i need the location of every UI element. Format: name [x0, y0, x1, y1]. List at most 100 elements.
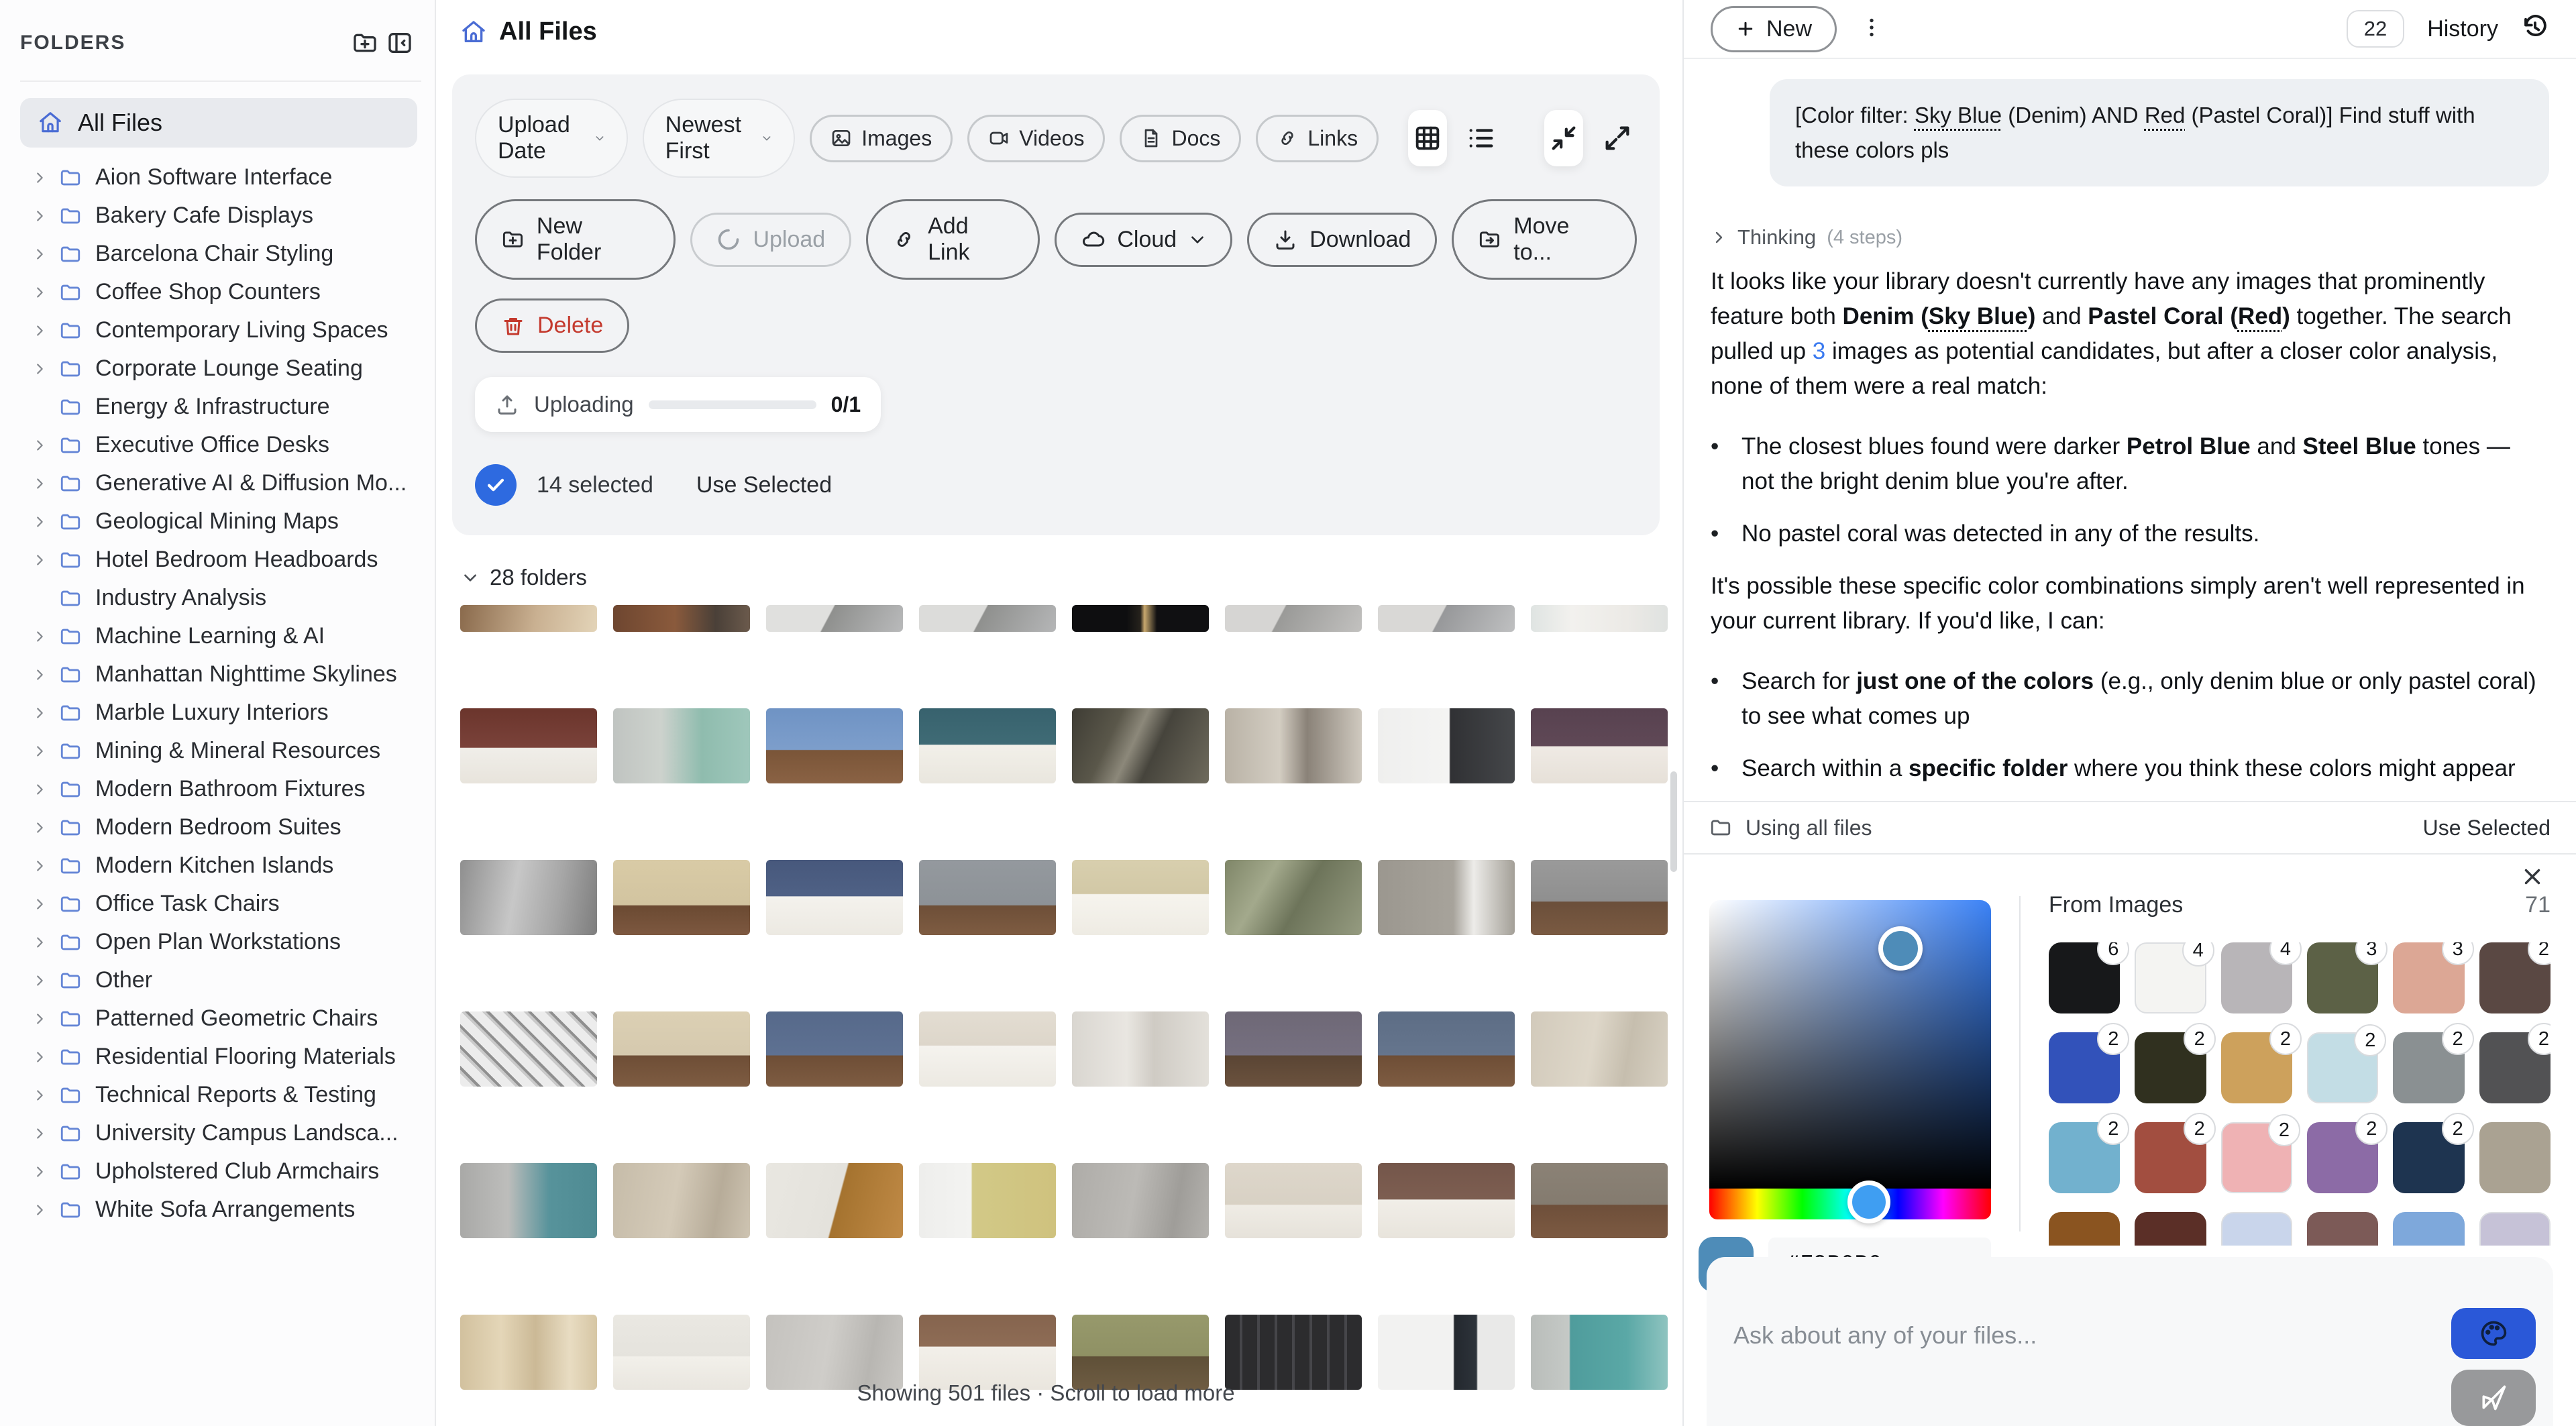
chevron-right-icon[interactable] [32, 438, 47, 453]
chevron-right-icon[interactable] [32, 629, 47, 644]
thinking-toggle[interactable]: Thinking (4 steps) [1711, 225, 2549, 250]
sidebar-folder-item[interactable]: Aion Software Interface [20, 158, 417, 197]
history-button[interactable]: History [2427, 16, 2498, 42]
folders-section-toggle[interactable]: 28 folders [462, 565, 1682, 590]
file-thumbnail[interactable] [1531, 708, 1668, 783]
file-thumbnail[interactable] [1531, 1315, 1668, 1390]
sidebar-folder-item[interactable]: Hotel Bedroom Headboards [20, 541, 417, 579]
sidebar-folder-item[interactable]: Mining & Mineral Resources [20, 732, 417, 770]
sidebar-folder-item[interactable]: Geological Mining Maps [20, 502, 417, 541]
chevron-right-icon[interactable] [32, 706, 47, 720]
chevron-right-icon[interactable] [32, 362, 47, 376]
sidebar-folder-item[interactable]: Modern Kitchen Islands [20, 846, 417, 885]
image-color-swatch[interactable]: 2 [2135, 1032, 2206, 1103]
sidebar-folder-item[interactable]: Barcelona Chair Styling [20, 235, 417, 273]
sidebar-folder-item[interactable]: Modern Bathroom Fixtures [20, 770, 417, 808]
image-color-swatch[interactable]: 2 [2221, 1032, 2292, 1103]
file-thumbnail[interactable] [613, 1011, 750, 1087]
file-thumbnail[interactable] [1378, 860, 1515, 935]
image-color-swatch[interactable]: 2 [2307, 1122, 2378, 1193]
sidebar-folder-item[interactable]: Residential Flooring Materials [20, 1038, 417, 1076]
sidebar-folder-item[interactable]: Technical Reports & Testing [20, 1076, 417, 1114]
image-color-swatch[interactable]: 6 [2049, 942, 2120, 1013]
chevron-right-icon[interactable] [32, 859, 47, 873]
chevron-right-icon[interactable] [32, 1050, 47, 1064]
cloud-button[interactable]: Cloud [1055, 213, 1232, 267]
image-color-swatch[interactable]: 2 [2307, 1032, 2378, 1103]
file-thumbnail[interactable] [1378, 1315, 1515, 1390]
filter-chip-docs[interactable]: Docs [1120, 115, 1241, 162]
sidebar-folder-item[interactable]: Bakery Cafe Displays [20, 197, 417, 235]
file-thumbnail[interactable] [1378, 605, 1515, 632]
image-color-swatch[interactable]: 2 [2479, 1032, 2551, 1103]
saturation-gradient-area[interactable] [1709, 900, 1991, 1189]
chevron-right-icon[interactable] [32, 744, 47, 759]
chevron-right-icon[interactable] [32, 553, 47, 567]
download-button[interactable]: Download [1247, 213, 1437, 267]
sidebar-folder-item[interactable]: Office Task Chairs [20, 885, 417, 923]
file-thumbnail[interactable] [919, 708, 1056, 783]
file-thumbnail[interactable] [1225, 1315, 1362, 1390]
hue-slider-handle[interactable] [1847, 1181, 1890, 1223]
image-color-swatch[interactable] [2307, 1212, 2378, 1246]
chevron-right-icon[interactable] [32, 323, 47, 338]
chevron-right-icon[interactable] [32, 1203, 47, 1217]
filter-chip-links[interactable]: Links [1256, 115, 1379, 162]
file-thumbnail[interactable] [766, 860, 903, 935]
history-clock-icon[interactable] [2521, 13, 2549, 45]
image-color-swatch[interactable] [2049, 1212, 2120, 1246]
image-color-swatch[interactable]: 4 [2221, 942, 2292, 1013]
image-color-swatch[interactable] [2479, 1212, 2551, 1246]
file-thumbnail[interactable] [1378, 1163, 1515, 1238]
delete-button[interactable]: Delete [475, 298, 629, 353]
sort-order-dropdown[interactable]: Newest First [643, 99, 796, 178]
image-color-swatch[interactable] [2393, 1212, 2464, 1246]
file-thumbnail[interactable] [1072, 1315, 1209, 1390]
file-thumbnail[interactable] [460, 1011, 597, 1087]
file-thumbnail[interactable] [1225, 708, 1362, 783]
add-link-button[interactable]: Add Link [866, 199, 1040, 280]
gradient-selector-handle[interactable] [1878, 926, 1923, 971]
chevron-right-icon[interactable] [32, 476, 47, 491]
file-thumbnail[interactable] [766, 708, 903, 783]
image-color-swatch[interactable] [2135, 1212, 2206, 1246]
file-thumbnail[interactable] [1225, 860, 1362, 935]
image-color-swatch[interactable]: 2 [2049, 1122, 2120, 1193]
file-thumbnail[interactable] [1072, 860, 1209, 935]
sidebar-folder-item[interactable]: Open Plan Workstations [20, 923, 417, 961]
chevron-right-icon[interactable] [32, 1164, 47, 1179]
chevron-right-icon[interactable] [32, 1088, 47, 1103]
file-thumbnail[interactable] [1072, 708, 1209, 783]
image-color-swatch[interactable]: 3 [2307, 942, 2378, 1013]
chevron-right-icon[interactable] [32, 897, 47, 912]
image-color-swatch[interactable]: 2 [2221, 1122, 2292, 1193]
file-thumbnail[interactable] [460, 605, 597, 632]
collapse-sidebar-button[interactable] [382, 25, 417, 60]
image-color-swatch[interactable]: 4 [2135, 942, 2206, 1013]
chevron-right-icon[interactable] [32, 285, 47, 300]
file-thumbnail[interactable] [919, 605, 1056, 632]
send-button[interactable] [2451, 1370, 2536, 1426]
sidebar-folder-item[interactable]: White Sofa Arrangements [20, 1191, 417, 1229]
more-options-button[interactable] [1860, 15, 1884, 43]
hue-slider[interactable] [1709, 1189, 1991, 1219]
file-thumbnail[interactable] [1378, 708, 1515, 783]
chat-composer[interactable]: Ask about any of your files... [1707, 1257, 2553, 1426]
expand-panel-button[interactable] [1598, 110, 1637, 166]
sidebar-folder-item[interactable]: Coffee Shop Counters [20, 273, 417, 311]
sort-field-dropdown[interactable]: Upload Date [475, 99, 628, 178]
file-thumbnail[interactable] [613, 708, 750, 783]
chevron-right-icon[interactable] [32, 514, 47, 529]
file-thumbnail[interactable] [766, 1011, 903, 1087]
new-folder-button[interactable]: New Folder [475, 199, 676, 280]
image-color-swatch[interactable]: 2 [2049, 1032, 2120, 1103]
file-thumbnail[interactable] [613, 1163, 750, 1238]
image-color-swatch[interactable]: 2 [2393, 1122, 2464, 1193]
scrollbar-thumb[interactable] [1670, 771, 1677, 872]
file-thumbnail[interactable] [1225, 605, 1362, 632]
image-color-swatch[interactable] [2221, 1212, 2292, 1246]
chevron-right-icon[interactable] [32, 1011, 47, 1026]
sidebar-folder-item[interactable]: Marble Luxury Interiors [20, 694, 417, 732]
list-view-button[interactable] [1462, 110, 1501, 166]
file-thumbnail[interactable] [919, 1163, 1056, 1238]
